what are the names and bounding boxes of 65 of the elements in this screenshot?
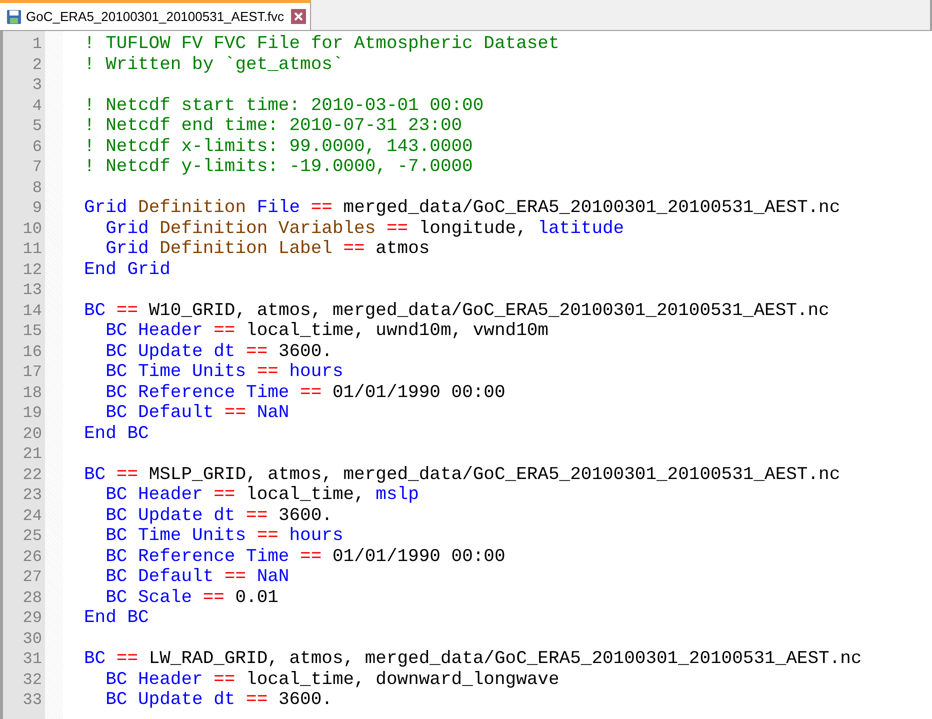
close-icon <box>294 12 304 21</box>
line-number: 26 <box>22 546 42 567</box>
line-number: 6 <box>32 136 42 157</box>
line-number: 7 <box>32 157 42 178</box>
line-number: 17 <box>22 362 42 382</box>
close-tab-button[interactable] <box>291 9 306 24</box>
code-line: BC Header == local_time, downward_longwave <box>104 670 560 690</box>
code-line: BC Default == NaN <box>104 567 290 588</box>
file-tab[interactable]: GoC_ERA5_20100301_20100531_AEST.fvc <box>0 0 312 30</box>
line-number: 20 <box>22 424 42 444</box>
line-number: 18 <box>22 382 42 403</box>
code-line: BC Header == local_time, mslp <box>104 485 419 506</box>
code-line: BC == MSLP_GRID, atmos, merged_data/GoC_ERA5_20100301_20100531_AEST.nc <box>84 464 840 485</box>
line-number: 19 <box>22 403 42 424</box>
code-line: ! Netcdf end time: 2010-07-31 23:00 <box>84 116 462 136</box>
code-line: Grid Definition Variables == longitude, latitude <box>104 218 624 239</box>
code-line: BC Time Units == hours <box>104 362 344 382</box>
code-line: ! TUFLOW FV FVC File for Atmospheric Dataset <box>84 34 560 54</box>
line-number: 32 <box>22 670 42 690</box>
code-line: BC Scale == 0.01 <box>104 588 278 608</box>
code-line: End BC <box>84 424 149 444</box>
code-line: ! Netcdf x-limits: 99.0000, 143.0000 <box>84 136 473 157</box>
code-line: BC Reference Time == 01/01/1990 00:00 <box>104 382 506 403</box>
line-number: 5 <box>32 116 42 136</box>
code-line: BC Reference Time == 01/01/1990 00:00 <box>104 546 506 567</box>
code-line: Grid Definition Label == atmos <box>104 239 430 260</box>
line-number: 11 <box>22 239 42 260</box>
line-number: 29 <box>22 608 42 628</box>
code-line: BC Update dt == 3600. <box>104 690 332 710</box>
line-number: 33 <box>22 690 42 710</box>
code-line: BC Update dt == 3600. <box>104 506 332 526</box>
line-number: 28 <box>22 588 42 608</box>
line-number: 10 <box>22 218 42 239</box>
line-number: 1 <box>32 34 42 54</box>
code-line: BC Update dt == 3600. <box>104 342 332 362</box>
line-number: 14 <box>22 300 42 321</box>
code-line: Grid Definition File == merged_data/GoC_ERA5_20100301_20100531_AEST.nc <box>84 198 840 218</box>
tab-title: GoC_ERA5_20100301_20100531_AEST.fvc <box>26 8 284 26</box>
code-line: ! Written by `get_atmos` <box>84 54 344 75</box>
line-number: 24 <box>22 506 42 526</box>
line-number: 2 <box>32 54 42 75</box>
code-line: BC == W10_GRID, atmos, merged_data/GoC_ERA5_20100301_20100531_AEST.nc <box>84 300 830 321</box>
line-number: 9 <box>32 198 42 218</box>
line-number: 31 <box>22 649 42 670</box>
code-line: BC == LW_RAD_GRID, atmos, merged_data/GoC_ERA5_20100301_20100531_AEST.nc <box>84 649 862 670</box>
code-line: End BC <box>84 608 149 628</box>
line-number: 12 <box>22 260 42 280</box>
line-number: 16 <box>22 342 42 362</box>
line-number: 25 <box>22 526 42 546</box>
line-number: 30 <box>22 628 42 649</box>
line-number: 27 <box>22 567 42 588</box>
line-number: 22 <box>22 464 42 485</box>
line-number: 8 <box>32 178 42 198</box>
code-line: ! Netcdf start time: 2010-03-01 00:00 <box>84 96 484 116</box>
code-line: ! Netcdf y-limits: -19.0000, -7.0000 <box>84 157 473 178</box>
line-number: 23 <box>22 485 42 506</box>
line-number: 21 <box>22 444 42 464</box>
code-line: BC Time Units == hours <box>104 526 344 546</box>
line-number: 4 <box>32 96 42 116</box>
code-line: BC Default == NaN <box>104 403 290 424</box>
line-number: 13 <box>22 280 42 300</box>
line-number: 3 <box>32 75 42 96</box>
code-line: End Grid <box>84 260 170 280</box>
line-number: 15 <box>22 321 42 342</box>
code-line: BC Header == local_time, uwnd10m, vwnd10m <box>104 321 548 342</box>
